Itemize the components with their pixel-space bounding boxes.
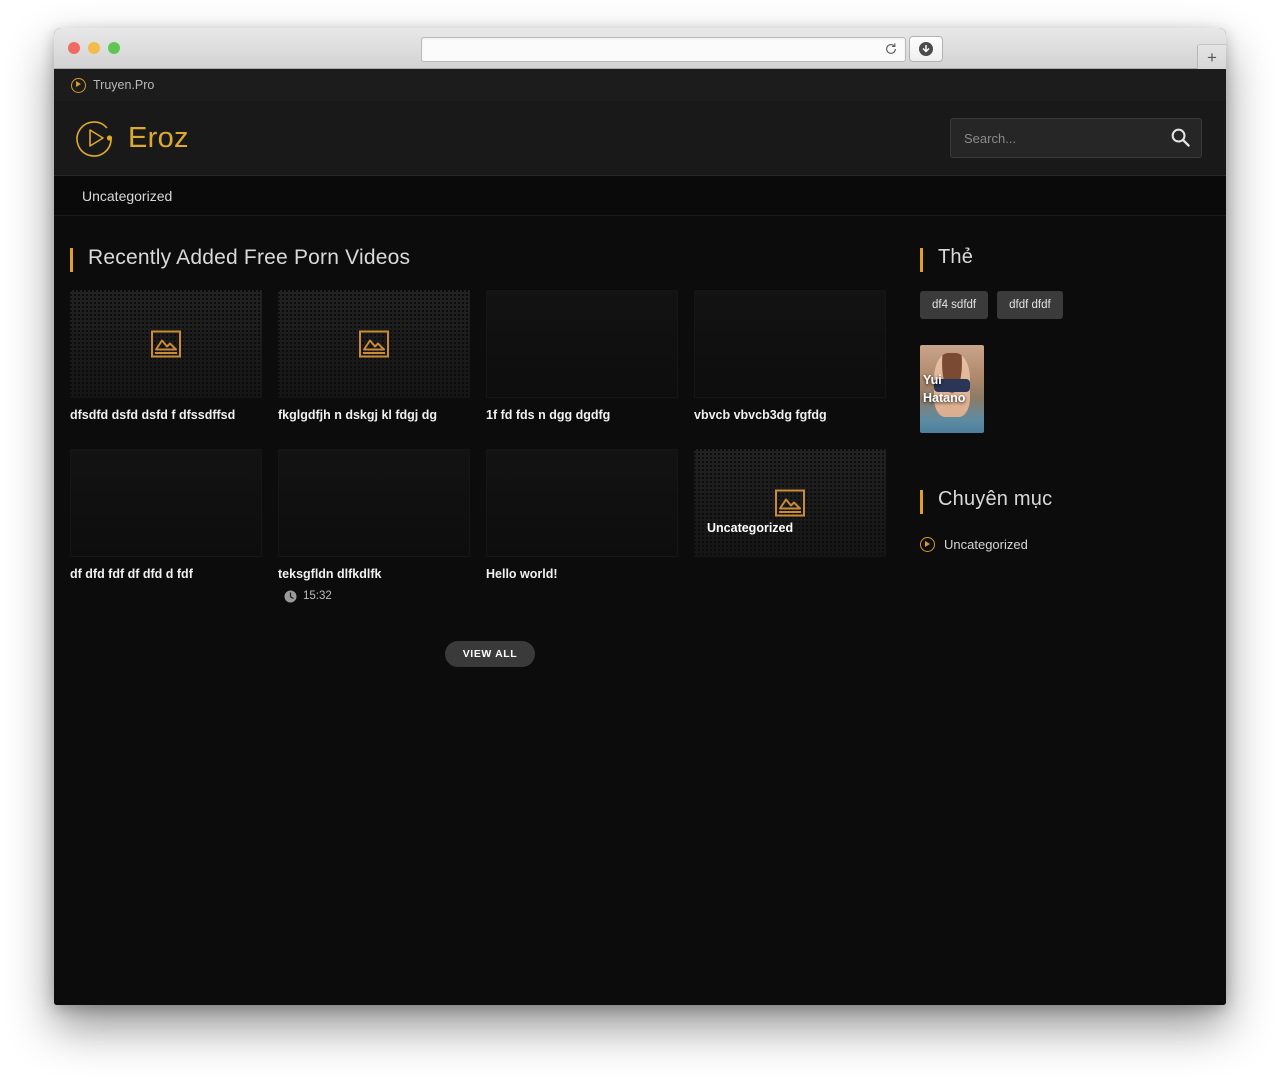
window-controls — [68, 42, 120, 54]
video-card[interactable]: dfsdfd dsfd dsfd f dfssdffsd — [70, 290, 278, 423]
video-thumbnail[interactable] — [486, 449, 678, 558]
nav-item-uncategorized[interactable]: Uncategorized — [82, 188, 172, 204]
url-bar[interactable] — [421, 37, 906, 62]
video-card[interactable]: 1f fd fds n dgg dgdfg — [486, 290, 694, 423]
minimize-window-button[interactable] — [88, 42, 100, 54]
video-card-inner: teksgfldn dlfkdlfk 15:32 — [278, 449, 470, 602]
video-card-title[interactable]: teksgfldn dlfkdlfk — [278, 566, 470, 582]
person-name: Yui Hatano — [923, 371, 965, 407]
video-card-inner: fkglgdfjh n dskgj kl fdgj dg — [278, 290, 470, 423]
video-card-inner: df dfd fdf df dfd d fdf — [70, 449, 262, 582]
search-icon[interactable] — [1170, 127, 1191, 148]
video-card-title[interactable]: vbvcb vbvcb3dg fgfdg — [694, 407, 886, 423]
main-column: Recently Added Free Porn Videos dfsdfd d… — [70, 246, 910, 667]
video-grid: dfsdfd dsfd dsfd f dfssdffsd fkglgdfjh n … — [70, 290, 910, 629]
video-card-inner: vbvcb vbvcb3dg fgfdg — [694, 290, 886, 423]
video-thumbnail[interactable] — [70, 449, 262, 558]
video-card[interactable]: fkglgdfjh n dskgj kl fdgj dg — [278, 290, 486, 423]
play-circle-logo-icon — [71, 114, 119, 162]
video-thumbnail[interactable] — [70, 290, 262, 398]
video-thumbnail[interactable] — [278, 449, 470, 558]
page-title: Recently Added Free Porn Videos — [70, 246, 910, 272]
video-card-inner: Hello world! — [486, 449, 678, 582]
thumbnail-overlay-label: Uncategorized — [707, 521, 794, 536]
topbar-brand-label: Truyen.Pro — [93, 78, 155, 92]
video-card-title[interactable]: df dfd fdf df dfd d fdf — [70, 566, 262, 582]
maximize-window-button[interactable] — [108, 42, 120, 54]
tag-chip[interactable]: df4 sdfdf — [920, 291, 989, 319]
video-thumbnail[interactable] — [694, 290, 886, 398]
person-card[interactable]: Yui Hatano — [920, 345, 984, 433]
topbar-brand-link[interactable]: Truyen.Pro — [71, 77, 155, 93]
person-name-line1: Yui — [923, 373, 942, 387]
video-duration-text: 15:32 — [303, 590, 332, 602]
search-input[interactable] — [951, 119, 1201, 157]
image-placeholder-icon — [151, 330, 181, 358]
reload-icon[interactable] — [884, 42, 898, 56]
video-card-inner: Uncategorized — [694, 449, 886, 558]
category-list: Uncategorized — [920, 533, 1220, 556]
categories-heading: Chuyên mục — [920, 488, 1220, 514]
video-card[interactable]: vbvcb vbvcb3dg fgfdg — [694, 290, 902, 423]
category-item[interactable]: Uncategorized — [920, 533, 1220, 556]
tags-heading: Thẻ — [920, 246, 1220, 272]
search-box[interactable] — [950, 118, 1202, 158]
view-all-row: VIEW ALL — [70, 640, 910, 667]
sidebar: Thẻ df4 sdfdf dfdf dfdf Yui Hatano Chuyên… — [910, 246, 1220, 667]
video-thumbnail[interactable]: Uncategorized — [694, 449, 886, 558]
play-circle-icon — [920, 537, 935, 552]
video-card-title[interactable]: 1f fd fds n dgg dgdfg — [486, 407, 678, 423]
download-icon — [919, 42, 933, 56]
website-viewport: Truyen.Pro Eroz Search... Uncategorized … — [54, 69, 1226, 1005]
page-content: Recently Added Free Porn Videos dfsdfd d… — [54, 216, 1226, 667]
video-card-inner: 1f fd fds n dgg dgdfg — [486, 290, 678, 423]
tag-list: df4 sdfdf dfdf dfdf — [920, 291, 1220, 319]
browser-titlebar: + — [54, 28, 1226, 70]
video-duration: 15:32 — [278, 590, 470, 603]
video-thumbnail[interactable] — [486, 290, 678, 398]
clock-icon — [284, 590, 297, 602]
video-card-inner: dfsdfd dsfd dsfd f dfssdffsd — [70, 290, 262, 423]
site-header: Eroz — [54, 101, 1226, 176]
video-card[interactable]: Uncategorized — [694, 449, 902, 602]
video-card-title[interactable]: fkglgdfjh n dskgj kl fdgj dg — [278, 407, 470, 423]
browser-window: + Truyen.Pro Eroz Search... Uncategorize… — [54, 28, 1226, 1005]
tag-chip[interactable]: dfdf dfdf — [997, 291, 1063, 319]
video-thumbnail[interactable] — [278, 290, 470, 398]
site-logo-text: Eroz — [128, 121, 189, 154]
site-topbar: Truyen.Pro — [54, 69, 1226, 101]
video-card-title[interactable]: Hello world! — [486, 566, 678, 582]
download-button[interactable] — [909, 36, 943, 62]
url-input[interactable] — [422, 38, 905, 61]
new-tab-button[interactable]: + — [1197, 44, 1226, 70]
person-name-line2: Hatano — [923, 391, 966, 406]
image-placeholder-icon — [775, 489, 805, 517]
view-all-button[interactable]: VIEW ALL — [444, 640, 536, 667]
video-card-title[interactable]: dfsdfd dsfd dsfd f dfssdffsd — [70, 407, 262, 423]
site-navbar: Uncategorized — [54, 176, 1226, 216]
video-card[interactable]: df dfd fdf df dfd d fdf — [70, 449, 278, 602]
play-circle-icon — [71, 77, 86, 93]
site-logo[interactable]: Eroz — [71, 114, 189, 162]
image-placeholder-icon — [359, 330, 389, 358]
video-card[interactable]: Hello world! — [486, 449, 694, 602]
video-card[interactable]: teksgfldn dlfkdlfk 15:32 — [278, 449, 486, 602]
category-item-label: Uncategorized — [944, 537, 1028, 552]
close-window-button[interactable] — [68, 42, 80, 54]
